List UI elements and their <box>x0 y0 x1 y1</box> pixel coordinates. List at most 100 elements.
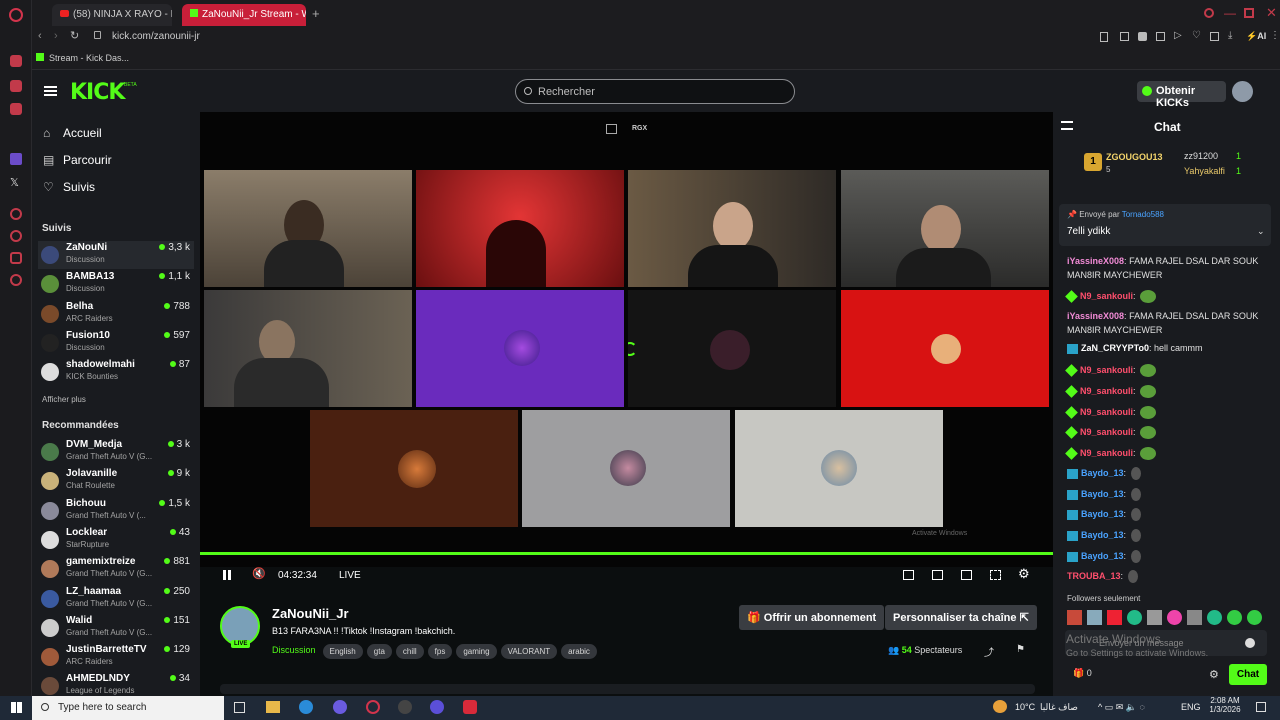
wallet-icon[interactable] <box>1156 32 1165 41</box>
customize-channel-button[interactable]: Personnaliser ta chaîne ⇱ <box>885 605 1037 630</box>
player-icon[interactable] <box>10 208 22 220</box>
chat-username[interactable]: iYassineX008 <box>1067 311 1124 321</box>
menu-icon[interactable]: ⋮ <box>1270 30 1280 41</box>
chevron-down-icon[interactable]: ⌄ <box>1257 226 1265 237</box>
stream-tag[interactable]: VALORANT <box>500 644 558 659</box>
kick-logo[interactable]: KICK <box>70 80 125 105</box>
tab-youtube[interactable]: (58) NINJA X RAYO - FARA <box>52 4 172 26</box>
channel-row[interactable]: shadowelmahi KICK Bounties 87 <box>38 358 194 386</box>
channel-name[interactable]: ZaNouNii_Jr <box>272 606 349 621</box>
windows-start-icon[interactable] <box>11 702 22 713</box>
aria-icon[interactable] <box>10 55 22 67</box>
play-icon[interactable]: ▷ <box>1174 30 1182 41</box>
new-tab-icon[interactable]: + <box>312 6 320 21</box>
task-view-icon[interactable] <box>234 702 245 713</box>
report-icon[interactable]: ⚑ <box>1016 644 1025 655</box>
app-icon[interactable] <box>430 700 444 714</box>
notification-icon[interactable] <box>1256 702 1266 712</box>
stream-tag[interactable]: chill <box>395 644 424 659</box>
collapse-chat-icon[interactable] <box>1061 121 1073 130</box>
taskbar-search-input[interactable]: Type here to search <box>32 696 224 720</box>
channel-row[interactable]: JustinBarretteTV ARC Raiders 129 <box>38 643 194 671</box>
channel-row[interactable]: Walid Grand Theft Auto V (G... 151 <box>38 614 194 642</box>
emoji-icon[interactable] <box>1245 638 1255 648</box>
stream-tag[interactable]: English <box>322 644 363 659</box>
settings-icon[interactable] <box>10 274 22 286</box>
emote-item[interactable] <box>1167 610 1182 625</box>
weather-temp[interactable]: 10°C <box>1015 702 1035 712</box>
chat-username[interactable]: ZaN_CRYYPTo0 <box>1081 343 1149 353</box>
user-avatar[interactable] <box>1232 81 1253 102</box>
chat-settings-icon[interactable]: ⚙ <box>1209 668 1219 681</box>
channel-row[interactable]: Belha ARC Raiders 788 <box>38 300 194 328</box>
tray-icons[interactable]: ^ ▭ ✉ 🔈 ◌ <box>1098 702 1145 713</box>
tab-island-icon[interactable] <box>1120 32 1129 41</box>
chat-username[interactable]: N9_sankouli <box>1080 365 1133 375</box>
chat-username[interactable]: N9_sankouli <box>1080 427 1133 437</box>
nav-browse[interactable]: ▤ Parcourir <box>43 153 112 167</box>
instagram-icon[interactable] <box>10 103 22 115</box>
send-chat-button[interactable]: Chat <box>1229 664 1267 685</box>
chat-username[interactable]: Baydo_13 <box>1081 530 1124 540</box>
emote-item[interactable] <box>1227 610 1242 625</box>
app-icon[interactable] <box>398 700 412 714</box>
weather-text[interactable]: صاف غالبا <box>1040 702 1078 713</box>
fullscreen-icon[interactable] <box>990 570 1001 580</box>
stream-tag[interactable]: gta <box>366 644 392 659</box>
twitch-icon[interactable] <box>10 153 22 165</box>
opera-logo-icon[interactable] <box>9 8 23 22</box>
channel-row[interactable]: Jolavanille Chat Roulette 9 k <box>38 467 194 495</box>
clip-icon[interactable] <box>903 570 914 580</box>
chat-username[interactable]: Baydo_13 <box>1081 468 1124 478</box>
reload-icon[interactable]: ↻ <box>70 29 79 42</box>
ai-icon[interactable]: ⚡AI <box>1246 31 1266 42</box>
stream-tag[interactable]: fps <box>427 644 453 659</box>
channel-row[interactable]: Bichouu Grand Theft Auto V (... 1,5 k <box>38 497 194 525</box>
stream-tag[interactable]: gaming <box>456 644 497 659</box>
chat-username[interactable]: N9_sankouli <box>1080 291 1133 301</box>
channel-row[interactable]: Fusion10 Discussion 597 <box>38 329 194 357</box>
emote-item[interactable] <box>1127 610 1142 625</box>
minimize-icon[interactable]: — <box>1224 6 1236 20</box>
channel-row[interactable]: BAMBA13 Discussion 1,1 k <box>38 270 194 298</box>
shield-icon[interactable] <box>1138 32 1147 41</box>
stream-tag[interactable]: arabic <box>561 644 597 659</box>
snapshot-icon[interactable] <box>1100 32 1108 42</box>
video-player[interactable]: RGX Activate Windows <box>200 112 1053 567</box>
url-field[interactable]: kick.com/zanounii-jr <box>112 31 200 42</box>
bookmark-item[interactable]: Stream - Kick Das... <box>49 53 129 63</box>
messenger-icon[interactable] <box>10 80 22 92</box>
progress-bar[interactable] <box>200 552 1053 555</box>
chat-username[interactable]: N9_sankouli <box>1080 407 1133 417</box>
channel-row[interactable]: Locklear StarRupture 43 <box>38 526 194 554</box>
pip-mode-icon[interactable] <box>961 570 972 580</box>
download-icon[interactable]: ⤓ <box>1228 30 1232 41</box>
emote-item[interactable] <box>1107 610 1122 625</box>
extensions-icon[interactable] <box>10 252 22 264</box>
mute-icon[interactable]: 🔇 <box>252 567 266 580</box>
maximize-icon[interactable] <box>1244 8 1254 18</box>
channel-row[interactable]: DVM_Medja Grand Theft Auto V (G... 3 k <box>38 438 194 466</box>
emote-item[interactable] <box>1247 610 1262 625</box>
search-tabs-icon[interactable] <box>1204 8 1214 18</box>
chat-username[interactable]: N9_sankouli <box>1080 448 1133 458</box>
get-kicks-button[interactable]: Obtenir KICKs <box>1137 81 1226 109</box>
app-icon[interactable] <box>463 700 477 714</box>
file-explorer-icon[interactable] <box>266 701 280 713</box>
nav-home[interactable]: ⌂ Accueil <box>43 126 102 140</box>
pinned-message[interactable]: 📌 Envoyé par Tornado588 7elli ydikk ⌄ <box>1059 204 1271 246</box>
nav-following[interactable]: ♡ Suivis <box>43 180 95 194</box>
back-icon[interactable]: ‹ <box>38 30 42 42</box>
screenshot-icon[interactable] <box>1210 32 1219 41</box>
channel-row[interactable]: ZaNouNi Discussion 3,3 k <box>38 241 194 269</box>
emote-item[interactable] <box>1207 610 1222 625</box>
pip-icon[interactable] <box>606 124 617 134</box>
emote-item[interactable] <box>1067 610 1082 625</box>
chat-username[interactable]: N9_sankouli <box>1080 386 1133 396</box>
app-icon[interactable] <box>333 700 347 714</box>
chat-username[interactable]: TROUBA_13 <box>1067 571 1121 581</box>
edge-icon[interactable] <box>299 700 313 714</box>
pause-icon[interactable] <box>223 570 226 580</box>
chat-username[interactable]: Baydo_13 <box>1081 509 1124 519</box>
search-input[interactable]: Rechercher <box>515 79 795 104</box>
